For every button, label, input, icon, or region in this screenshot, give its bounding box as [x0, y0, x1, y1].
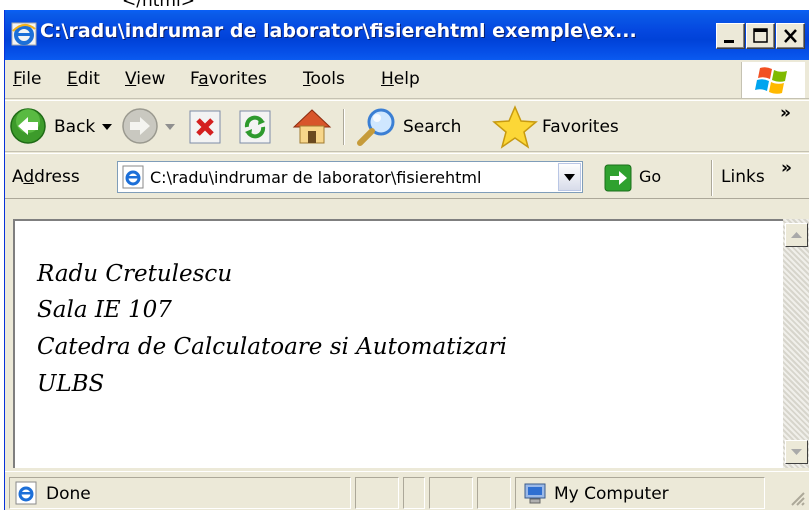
links-overflow-chevron[interactable]: »	[781, 158, 792, 178]
menu-file[interactable]: File	[13, 69, 41, 89]
menu-tools-label: ools	[310, 69, 345, 89]
toolbar-separator	[343, 109, 345, 145]
scroll-up-button[interactable]	[785, 223, 808, 247]
search-button[interactable]: Search	[355, 105, 485, 147]
home-button[interactable]	[289, 105, 337, 147]
menu-favorites-prefix: F	[190, 69, 199, 89]
refresh-icon	[239, 110, 271, 144]
menu-favorites-hotkey: a	[198, 69, 209, 89]
scroll-down-button[interactable]	[785, 440, 808, 464]
menu-view[interactable]: View	[125, 69, 165, 89]
menu-help-hotkey: H	[381, 69, 394, 89]
page-icon	[122, 165, 144, 189]
status-pane-5	[477, 477, 511, 509]
page-line-room: Sala IE 107	[37, 297, 172, 323]
search-icon	[357, 108, 395, 146]
windows-logo	[741, 62, 805, 98]
status-pane-3	[403, 477, 425, 509]
search-label: Search	[403, 117, 462, 137]
back-label: Back	[54, 117, 96, 137]
go-label: Go	[639, 167, 662, 186]
address-label: Address	[12, 167, 80, 187]
standard-toolbar: Back Search Favorites »	[5, 100, 809, 152]
arrow-down-icon	[791, 449, 802, 455]
window-title: C:\radu\indrumar de laborator\fisierehtm…	[40, 20, 637, 42]
menu-tools[interactable]: Tools	[303, 69, 345, 89]
document-fragment: </html>	[0, 0, 809, 10]
menu-favorites[interactable]: Favorites	[190, 69, 267, 89]
menu-help[interactable]: Help	[381, 69, 420, 89]
menu-file-label: ile	[21, 69, 42, 89]
minimize-icon	[724, 40, 734, 43]
status-pane-2	[355, 477, 399, 509]
address-field[interactable]	[117, 161, 583, 193]
page-content: Radu Cretulescu Sala IE 107 Catedra de C…	[13, 219, 783, 468]
page-done-icon	[15, 481, 37, 505]
menu-edit-hotkey: E	[67, 69, 78, 89]
resize-grip-icon[interactable]	[788, 489, 806, 507]
links-button[interactable]: Links	[721, 167, 765, 187]
title-bar[interactable]: C:\radu\indrumar de laborator\fisierehtm…	[5, 10, 809, 60]
menu-edit[interactable]: Edit	[67, 69, 100, 89]
address-label-prefix: A	[12, 167, 24, 187]
minimize-button[interactable]	[716, 23, 745, 49]
menu-view-hotkey: V	[125, 69, 137, 89]
zone-text: My Computer	[554, 484, 669, 504]
status-bar: Done My Computer	[5, 471, 809, 510]
address-dropdown-button[interactable]	[558, 163, 581, 191]
page-line-university: ULBS	[37, 371, 105, 397]
refresh-button[interactable]	[237, 109, 279, 147]
arrow-up-icon	[791, 232, 802, 238]
back-arrow-icon	[10, 108, 46, 144]
page-line-department: Catedra de Calculatoare si Automatizari	[37, 334, 507, 360]
close-icon	[784, 29, 797, 43]
address-bar: Address Go Links »	[5, 153, 809, 199]
go-arrow-icon	[604, 164, 632, 192]
menu-view-label: iew	[136, 69, 166, 89]
chevron-down-icon	[564, 174, 575, 181]
status-pane-zone: My Computer	[515, 477, 765, 509]
menu-bar: File Edit View Favorites Tools Help	[5, 60, 809, 99]
status-pane-4	[429, 477, 473, 509]
stop-button[interactable]	[187, 109, 229, 147]
maximize-icon	[753, 28, 768, 43]
links-separator	[711, 160, 713, 196]
menu-tools-hotkey: T	[303, 69, 311, 89]
menu-favorites-label: vorites	[208, 69, 267, 89]
favorites-label: Favorites	[542, 117, 619, 137]
back-dropdown-icon[interactable]	[101, 122, 113, 132]
content-frame-edge	[13, 199, 809, 219]
page-line-name: Radu Cretulescu	[37, 261, 233, 287]
status-pane-main: Done	[9, 477, 351, 509]
vertical-scrollbar[interactable]	[783, 219, 809, 468]
ie-icon	[11, 22, 37, 46]
toolbar-overflow-chevron[interactable]: »	[780, 103, 791, 123]
forward-arrow-icon	[122, 108, 158, 144]
go-button[interactable]: Go	[604, 164, 694, 192]
favorites-button[interactable]: Favorites	[491, 105, 661, 149]
forward-dropdown-icon[interactable]	[164, 122, 176, 132]
address-label-rest: dress	[34, 167, 80, 187]
browser-window: C:\radu\indrumar de laborator\fisierehtm…	[4, 10, 809, 510]
status-text: Done	[46, 484, 91, 504]
address-input[interactable]	[150, 165, 555, 189]
close-button[interactable]	[776, 23, 805, 49]
address-label-hotkey: d	[23, 167, 35, 187]
menu-edit-label: dit	[77, 69, 100, 89]
document-fragment-text: </html>	[122, 0, 195, 10]
home-icon	[292, 109, 332, 144]
forward-button[interactable]	[121, 105, 179, 147]
menu-file-hotkey: F	[13, 69, 22, 89]
stop-icon	[189, 110, 221, 144]
windows-flag-icon	[755, 67, 787, 94]
maximize-button[interactable]	[746, 23, 775, 49]
my-computer-icon	[524, 483, 546, 504]
menu-help-label: elp	[393, 69, 420, 89]
favorites-star-icon	[492, 105, 538, 149]
